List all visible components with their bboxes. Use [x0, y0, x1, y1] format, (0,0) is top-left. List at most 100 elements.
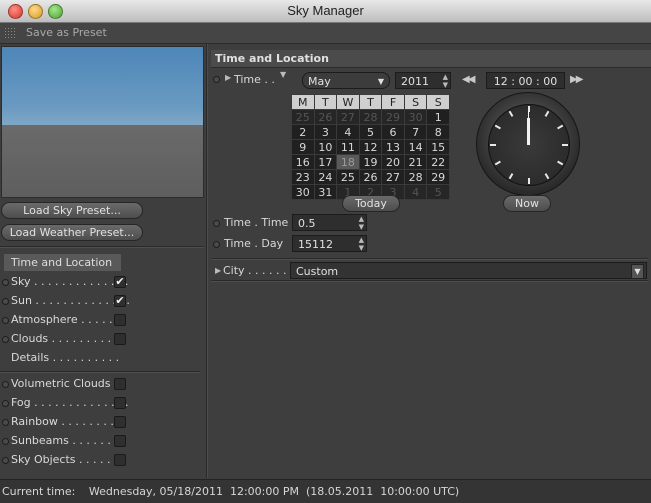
time-day-field[interactable]: 15112 ▲ ▼ — [292, 235, 367, 252]
nav-item-sky[interactable]: Sky . . . . . . . . . . . . . . ✔ — [0, 274, 130, 290]
calendar-day[interactable]: 15 — [426, 139, 450, 155]
year-field[interactable]: 2011 ▲ ▼ — [395, 72, 451, 89]
toolbar: Save as Preset — [0, 23, 651, 44]
spinner-icon[interactable]: ▲ ▼ — [359, 215, 364, 231]
calendar-day[interactable]: 14 — [403, 139, 428, 155]
rainbow-checkbox[interactable] — [114, 416, 126, 428]
keyframe-dot-icon[interactable] — [2, 400, 9, 407]
calendar-day-selected[interactable]: 18 — [336, 154, 360, 170]
calendar-day[interactable]: 2 — [291, 124, 315, 140]
volumetric-clouds-checkbox[interactable] — [114, 378, 126, 390]
atmosphere-checkbox[interactable] — [114, 314, 126, 326]
calendar-day[interactable]: 5 — [426, 184, 450, 200]
calendar-day[interactable]: 23 — [291, 169, 315, 185]
city-select[interactable]: Custom ▼ — [290, 262, 647, 279]
calendar-day[interactable]: 27 — [381, 169, 405, 185]
calendar-day[interactable]: 11 — [336, 139, 360, 155]
keyframe-dot-icon[interactable] — [213, 241, 220, 248]
calendar-day[interactable]: 21 — [403, 154, 428, 170]
calendar-day[interactable]: 26 — [358, 169, 383, 185]
calendar-day[interactable]: 20 — [381, 154, 405, 170]
calendar-day[interactable]: 30 — [403, 109, 428, 125]
calendar-day[interactable]: 31 — [313, 184, 338, 200]
keyframe-dot-icon[interactable] — [2, 298, 9, 305]
keyframe-dot-icon[interactable] — [213, 76, 220, 83]
forward-icon[interactable]: ▶▶ — [570, 74, 583, 85]
load-sky-preset-button[interactable]: Load Sky Preset... — [1, 202, 143, 219]
nav-item-label: Clouds . . . . . . . . . . . — [11, 332, 126, 345]
nav-item-details[interactable]: Details . . . . . . . . . . — [0, 350, 130, 366]
nav-item-fog[interactable]: Fog . . . . . . . . . . . . . . — [0, 395, 130, 411]
calendar-day[interactable]: 9 — [291, 139, 315, 155]
keyframe-dot-icon[interactable] — [2, 317, 9, 324]
calendar-day[interactable]: 16 — [291, 154, 315, 170]
nav-item-sky-objects[interactable]: Sky Objects . . . . . . — [0, 452, 130, 468]
calendar-day[interactable]: 7 — [403, 124, 428, 140]
spinner-icon[interactable]: ▲ ▼ — [359, 236, 364, 252]
calendar-day[interactable]: 30 — [291, 184, 315, 200]
keyframe-dot-icon[interactable] — [213, 220, 220, 227]
rewind-icon[interactable]: ◀◀ — [462, 74, 475, 85]
save-as-preset-button[interactable]: Save as Preset — [26, 26, 107, 39]
calendar-day[interactable]: 6 — [381, 124, 405, 140]
expand-arrow-icon[interactable]: ▶ — [225, 73, 231, 82]
calendar-day[interactable]: 25 — [336, 169, 360, 185]
keyframe-dot-icon[interactable] — [2, 336, 9, 343]
calendar-day[interactable]: 22 — [426, 154, 450, 170]
keyframe-dot-icon[interactable] — [2, 419, 9, 426]
nav-item-volumetric-clouds[interactable]: Volumetric Clouds — [0, 376, 130, 392]
nav-item-rainbow[interactable]: Rainbow . . . . . . . . . — [0, 414, 130, 430]
spinner-icon[interactable]: ▲ ▼ — [443, 73, 448, 89]
calendar-day[interactable]: 28 — [403, 169, 428, 185]
sky-objects-checkbox[interactable] — [114, 454, 126, 466]
city-value: Custom — [296, 265, 339, 278]
nav-item-clouds[interactable]: Clouds . . . . . . . . . . . — [0, 331, 130, 347]
calendar-day[interactable]: 17 — [313, 154, 338, 170]
calendar-day[interactable]: 29 — [426, 169, 450, 185]
keyframe-dot-icon[interactable] — [2, 279, 9, 286]
nav-item-atmosphere[interactable]: Atmosphere . . . . . . — [0, 312, 130, 328]
clouds-checkbox[interactable] — [114, 333, 126, 345]
status-bar: Current time: Wednesday, 05/18/2011 12:0… — [0, 479, 651, 503]
calendar-day[interactable]: 26 — [313, 109, 338, 125]
calendar-day[interactable]: 29 — [381, 109, 405, 125]
keyframe-dot-icon[interactable] — [2, 438, 9, 445]
calendar-day[interactable]: 4 — [403, 184, 428, 200]
calendar-day[interactable]: 28 — [358, 109, 383, 125]
calendar-day[interactable]: 1 — [426, 109, 450, 125]
calendar-day[interactable]: 4 — [336, 124, 360, 140]
clock-tick — [508, 173, 514, 180]
sunbeams-checkbox[interactable] — [114, 435, 126, 447]
nav-item-sun[interactable]: Sun . . . . . . . . . . . . . . ✔ — [0, 293, 130, 309]
calendar-day[interactable]: 13 — [381, 139, 405, 155]
calendar-day[interactable]: 27 — [336, 109, 360, 125]
today-button[interactable]: Today — [342, 195, 400, 212]
calendar-day[interactable]: 8 — [426, 124, 450, 140]
clock-time-field[interactable]: 12 : 00 : 00 — [486, 72, 565, 89]
calendar-day[interactable]: 24 — [313, 169, 338, 185]
month-select[interactable]: May ▼ — [302, 72, 390, 89]
sky-checkbox[interactable]: ✔ — [114, 276, 126, 288]
calendar-day[interactable]: 5 — [358, 124, 383, 140]
calendar-day[interactable]: 25 — [291, 109, 315, 125]
nav-time-and-location[interactable]: Time and Location — [4, 254, 121, 271]
expand-arrow-icon[interactable]: ▶ — [215, 266, 221, 275]
sun-checkbox[interactable]: ✔ — [114, 295, 126, 307]
time-time-field[interactable]: 0.5 ▲ ▼ — [292, 214, 367, 231]
grip-icon[interactable] — [4, 27, 16, 39]
nav-item-sunbeams[interactable]: Sunbeams . . . . . . . — [0, 433, 130, 449]
calendar-day[interactable]: 3 — [313, 124, 338, 140]
now-button[interactable]: Now — [503, 195, 551, 212]
time-day-label: Time . Day — [224, 237, 284, 250]
dropdown-arrow-icon[interactable]: ▼ — [280, 70, 286, 79]
keyframe-dot-icon[interactable] — [2, 457, 9, 464]
nav-item-label: Sunbeams . . . . . . . — [11, 434, 118, 447]
calendar-day[interactable]: 19 — [358, 154, 383, 170]
keyframe-dot-icon[interactable] — [2, 381, 9, 388]
calendar-day[interactable]: 12 — [358, 139, 383, 155]
fog-checkbox[interactable] — [114, 397, 126, 409]
nav-item-label: Sun . . . . . . . . . . . . . . — [11, 294, 130, 307]
calendar-day[interactable]: 10 — [313, 139, 338, 155]
load-weather-preset-button[interactable]: Load Weather Preset... — [1, 224, 143, 241]
chevron-down-icon[interactable]: ▼ — [631, 264, 644, 279]
